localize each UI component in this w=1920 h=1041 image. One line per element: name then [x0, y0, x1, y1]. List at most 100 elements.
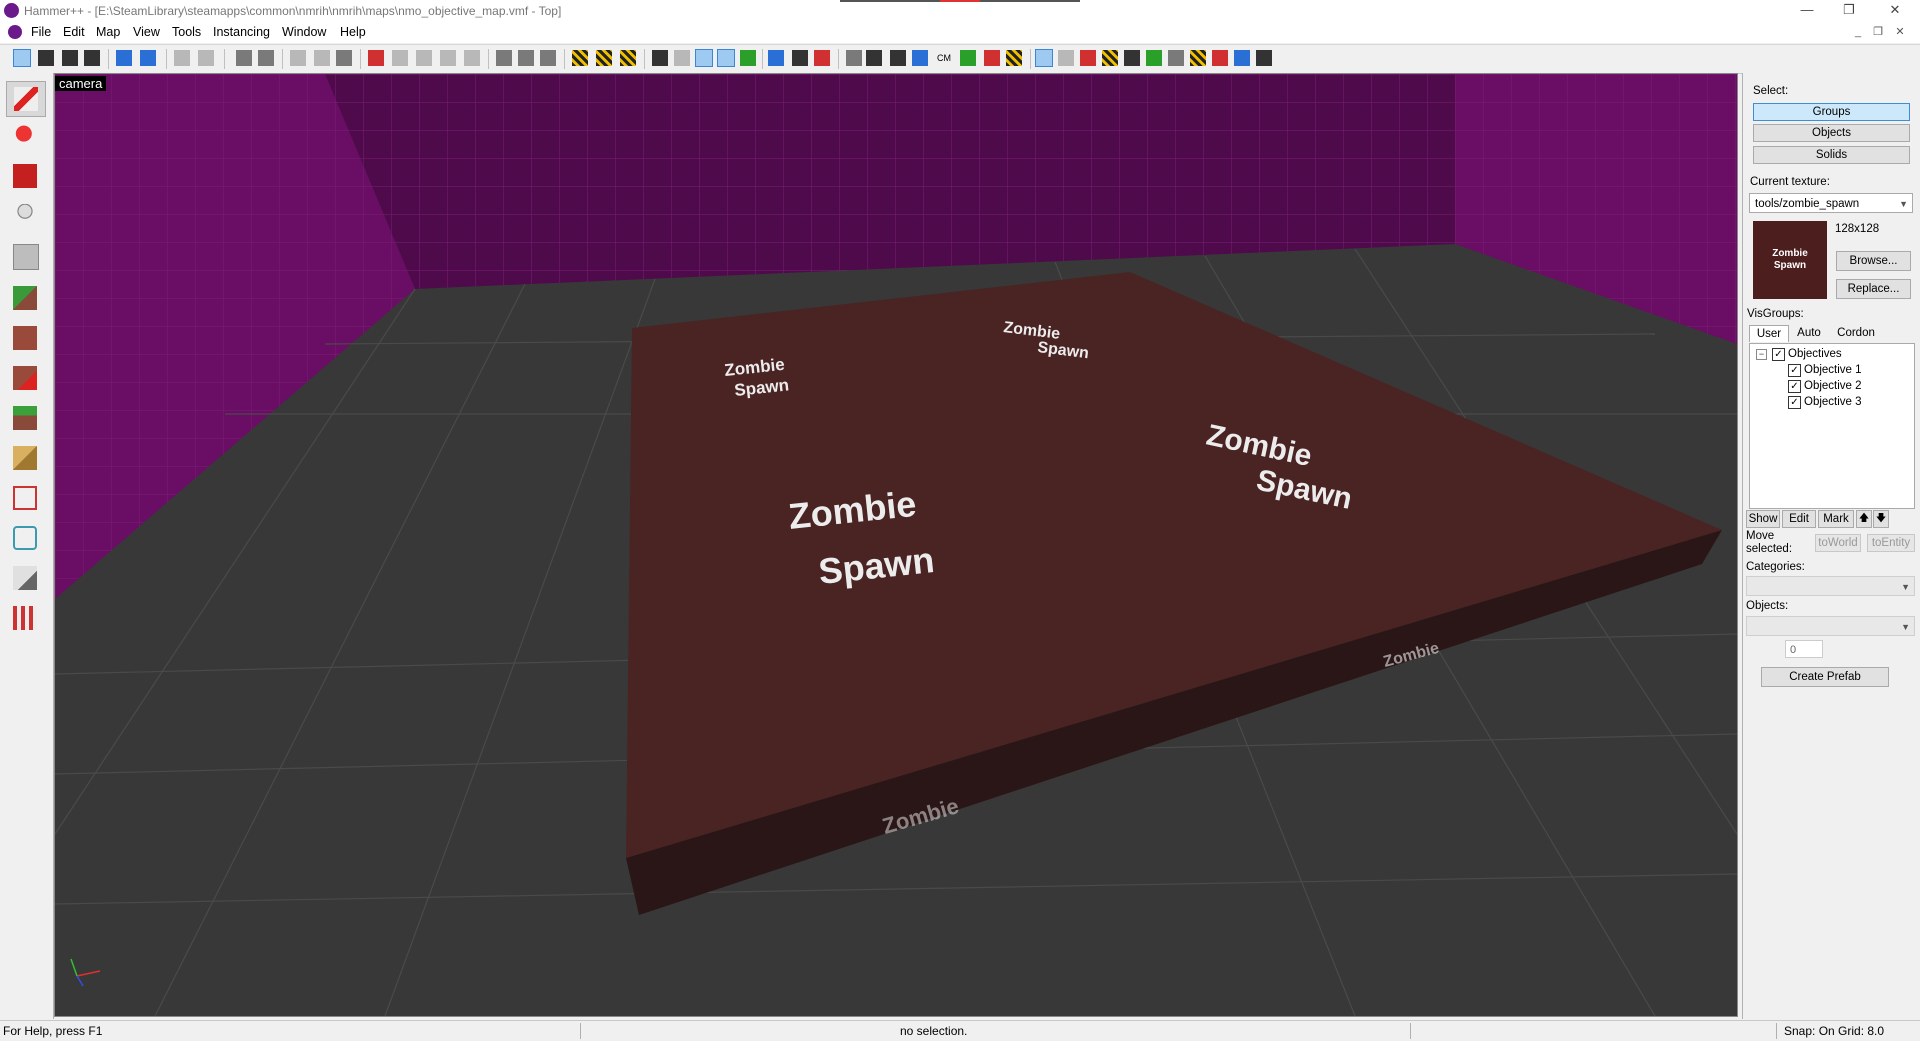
- decal-tool[interactable]: [6, 361, 44, 395]
- menu-tools[interactable]: Tools: [172, 25, 201, 39]
- object-index-spinner[interactable]: 0: [1785, 640, 1823, 658]
- texture-application-tool[interactable]: [6, 281, 44, 315]
- grid-smaller-icon[interactable]: [62, 50, 78, 66]
- visgroup-objective-2[interactable]: Objective 2: [1804, 379, 1862, 393]
- selection-tool[interactable]: [6, 81, 46, 117]
- tab-user[interactable]: User: [1749, 325, 1789, 342]
- sprinkle-tool[interactable]: [6, 561, 44, 595]
- hazard-stripe-icon-c[interactable]: [620, 50, 636, 66]
- select-groups-button[interactable]: Groups: [1753, 103, 1910, 121]
- alignment-icon[interactable]: [740, 50, 756, 66]
- visgroup-checkbox-objective-3[interactable]: ✓: [1788, 396, 1801, 409]
- lightmap-icon[interactable]: [1006, 50, 1022, 66]
- visgroup-checkbox-objective-1[interactable]: ✓: [1788, 364, 1801, 377]
- select-solids-button[interactable]: Solids: [1753, 146, 1910, 164]
- prefab-tool[interactable]: [6, 601, 44, 635]
- visgroup-checkbox-objective-2[interactable]: ✓: [1788, 380, 1801, 393]
- cut-icon[interactable]: [496, 50, 512, 66]
- options-icon[interactable]: [440, 50, 456, 66]
- texture-lock-icon[interactable]: [695, 49, 713, 67]
- show-button[interactable]: Show: [1746, 510, 1780, 528]
- mdi-minimize-button[interactable]: _: [1850, 25, 1866, 39]
- models-icon[interactable]: [912, 50, 928, 66]
- select-cursor-icon[interactable]: [674, 50, 690, 66]
- hollow-icon[interactable]: [258, 50, 274, 66]
- selection-box-icon[interactable]: [1058, 50, 1074, 66]
- tree-icon[interactable]: [1146, 50, 1162, 66]
- carve-icon[interactable]: [236, 50, 252, 66]
- vertex-tool-icon[interactable]: [792, 50, 808, 66]
- to-entity-button[interactable]: toEntity: [1867, 534, 1915, 552]
- browse-button[interactable]: Browse...: [1836, 251, 1911, 271]
- close-window-button[interactable]: ✕: [1872, 0, 1918, 22]
- select-icon-c[interactable]: [336, 50, 352, 66]
- magnify-tool[interactable]: [6, 119, 44, 153]
- lighting-preview-icon[interactable]: [1102, 50, 1118, 66]
- menu-edit[interactable]: Edit: [63, 25, 85, 39]
- arrows-icon[interactable]: [1212, 50, 1228, 66]
- undo-icon[interactable]: [174, 50, 190, 66]
- check-problems-icon[interactable]: [392, 50, 408, 66]
- select-icon-b[interactable]: [314, 50, 330, 66]
- overlay-tool[interactable]: [6, 401, 44, 435]
- photo-icon[interactable]: [1124, 50, 1140, 66]
- menu-file[interactable]: File: [31, 25, 51, 39]
- collapse-icon[interactable]: −: [1756, 349, 1767, 360]
- map-info-icon[interactable]: [416, 50, 432, 66]
- objects-combo[interactable]: ▼: [1746, 616, 1915, 636]
- menu-window[interactable]: Window: [282, 25, 326, 39]
- menu-map[interactable]: Map: [96, 25, 120, 39]
- grid-3d-icon[interactable]: [38, 50, 54, 66]
- cubemap-button[interactable]: CM: [934, 50, 954, 66]
- visgroup-objective-3[interactable]: Objective 3: [1804, 395, 1862, 409]
- tab-cordon[interactable]: Cordon: [1833, 325, 1879, 341]
- helpers-icon[interactable]: [1035, 49, 1053, 67]
- move-down-arrow-icon[interactable]: 🡇: [1873, 510, 1889, 528]
- entity-tool[interactable]: [6, 199, 44, 233]
- decal-icon[interactable]: [814, 50, 830, 66]
- group-icon[interactable]: [116, 50, 132, 66]
- visgroup-icon[interactable]: [768, 50, 784, 66]
- visgroup-objective-1[interactable]: Objective 1: [1804, 363, 1862, 377]
- settings-sliders-icon[interactable]: [1256, 50, 1272, 66]
- camera-viewport[interactable]: Zombie Spawn Zombie Spawn Zombie Spawn Z…: [54, 73, 1738, 1017]
- edit-button[interactable]: Edit: [1782, 510, 1816, 528]
- center-icon[interactable]: [1234, 50, 1250, 66]
- transform-icon[interactable]: [464, 50, 480, 66]
- minimize-button[interactable]: —: [1784, 0, 1830, 22]
- categories-combo[interactable]: ▼: [1746, 576, 1915, 596]
- block-tool[interactable]: [6, 239, 44, 273]
- hazard-stripe-icon-b[interactable]: [596, 50, 612, 66]
- menu-help[interactable]: Help: [340, 25, 366, 39]
- to-world-button[interactable]: toWorld: [1815, 534, 1861, 552]
- select-icon-a[interactable]: [290, 50, 306, 66]
- viewport-label[interactable]: camera: [55, 76, 107, 91]
- fx-icon[interactable]: [1080, 50, 1096, 66]
- camera-icon[interactable]: [866, 50, 882, 66]
- no-draw-icon[interactable]: [984, 50, 1000, 66]
- replace-button[interactable]: Replace...: [1836, 279, 1911, 299]
- light-bulb-icon[interactable]: [1190, 50, 1206, 66]
- wrench-icon[interactable]: [846, 50, 862, 66]
- grid-toggle-icon[interactable]: [13, 49, 31, 67]
- camera-tool[interactable]: [6, 159, 44, 193]
- redo-icon[interactable]: [198, 50, 214, 66]
- select-objects-button[interactable]: Objects: [1753, 124, 1910, 142]
- current-texture-combo[interactable]: tools/zombie_spawn ▼: [1749, 193, 1913, 213]
- ungroup-icon[interactable]: [140, 50, 156, 66]
- visgroup-tree[interactable]: − ✓ Objectives ✓ Objective 1 ✓ Objective…: [1749, 343, 1915, 509]
- entity-report-icon[interactable]: [368, 50, 384, 66]
- texture-browser-icon[interactable]: [890, 50, 906, 66]
- maximize-restore-button[interactable]: ❐: [1826, 0, 1872, 22]
- zoom-fit-icon[interactable]: [1168, 50, 1184, 66]
- paste-icon[interactable]: [540, 50, 556, 66]
- mark-button[interactable]: Mark: [1818, 510, 1854, 528]
- clipping-tool[interactable]: [6, 441, 44, 475]
- vertex-tool[interactable]: [6, 481, 44, 515]
- leak-icon[interactable]: [960, 50, 976, 66]
- document-icon[interactable]: [8, 25, 22, 39]
- move-up-arrow-icon[interactable]: 🡅: [1856, 510, 1872, 528]
- copy-icon[interactable]: [518, 50, 534, 66]
- visgroup-checkbox-objectives[interactable]: ✓: [1772, 348, 1785, 361]
- snap-bounds-icon[interactable]: [652, 50, 668, 66]
